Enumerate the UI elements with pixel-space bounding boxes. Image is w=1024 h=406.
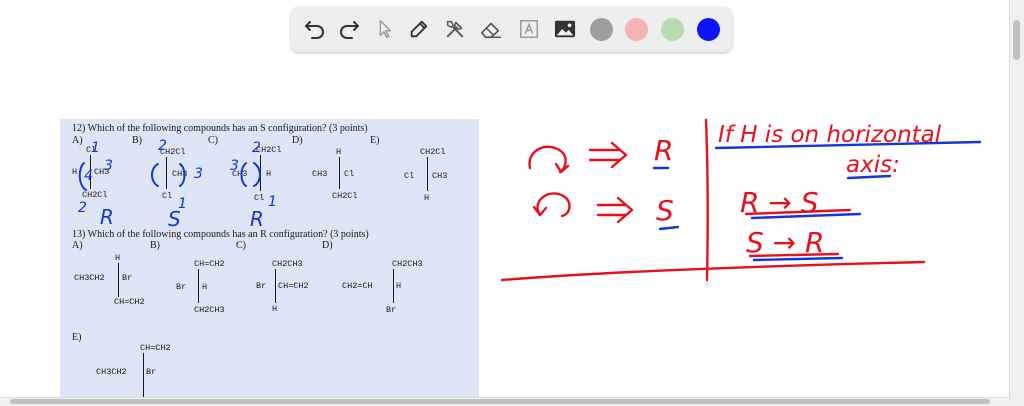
- annot-a-result: R: [100, 205, 114, 229]
- horizontal-scrollbar[interactable]: [0, 397, 1010, 406]
- divider-line: [704, 118, 709, 282]
- horizontal-scroll-thumb[interactable]: [10, 399, 990, 404]
- annot-c-priority-3: 3: [230, 158, 239, 174]
- rule-s-text: S: [656, 194, 674, 227]
- annot-b-priority-3: 3: [194, 166, 203, 182]
- annot-a-priority-1: 1: [91, 140, 100, 156]
- annot-b-priority-2: 2: [158, 138, 167, 154]
- counterclockwise-arrow-icon: [532, 192, 571, 218]
- ink-layer: R S If H is on horizontal axis: R → S S …: [78, 118, 982, 282]
- annot-c-result: R: [250, 207, 264, 231]
- annot-a-priority-4: 4: [84, 168, 93, 184]
- implies-arrow-icon: [596, 196, 634, 224]
- vertical-scroll-thumb[interactable]: [1013, 20, 1020, 60]
- annot-a-priority-3: 3: [104, 158, 113, 174]
- swap-s-to-r: S → R: [746, 226, 825, 259]
- note-title-line-1: If H is on horizontal: [718, 122, 942, 148]
- annot-c-priority-2: 2: [252, 140, 261, 156]
- rule-r-text: R: [654, 134, 673, 167]
- annot-b-result: S: [168, 207, 181, 231]
- implies-arrow-icon: [588, 141, 628, 169]
- clockwise-arrow-icon: [528, 145, 570, 174]
- note-title-line-2: axis:: [846, 152, 900, 178]
- swap-r-to-s: R → S: [740, 186, 819, 219]
- vertical-scrollbar[interactable]: [1009, 0, 1024, 406]
- annot-c-priority-1: 1: [268, 194, 277, 210]
- annot-a-priority-2: 2: [78, 200, 87, 216]
- horizontal-rule: [500, 260, 926, 282]
